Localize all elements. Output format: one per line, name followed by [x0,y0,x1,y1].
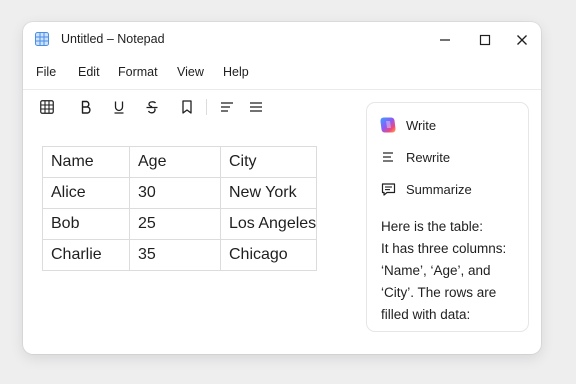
table-cell[interactable]: 35 [129,239,221,271]
response-line: filled with data: [381,307,471,322]
align-left-icon[interactable] [216,96,238,118]
menu-view[interactable]: View [177,65,204,79]
menu-help[interactable]: Help [223,65,249,79]
summarize-icon [379,180,397,198]
toolbar-divider [23,89,541,90]
summarize-button[interactable]: Summarize [379,179,472,199]
write-button[interactable]: Write [379,115,436,135]
minimize-icon[interactable] [435,30,455,50]
table-cell[interactable]: Bob [42,208,130,240]
response-line: It has three columns: [381,241,507,256]
copilot-icon [379,116,397,134]
notepad-window: Untitled – Notepad File Edit Format View… [23,22,541,354]
strikethrough-icon[interactable] [141,96,163,118]
title-bar[interactable]: Untitled – Notepad [23,22,541,58]
table-cell[interactable]: Los Angeles [219,208,318,240]
table-cell[interactable]: Alice [42,177,130,209]
menu-bar: File Edit Format View Help [23,62,541,84]
table-cell[interactable]: Age [129,146,221,178]
table-cell[interactable]: City [219,146,318,178]
rewrite-label: Rewrite [406,149,451,165]
write-label: Write [406,117,437,133]
bold-icon[interactable] [75,96,97,118]
table-cell[interactable]: Charlie [42,239,130,271]
rewrite-lines-icon [379,148,397,166]
ai-response-text: Here is the table: It has three columns:… [381,216,521,326]
bookmark-icon[interactable] [176,96,198,118]
response-line: ‘Name’, ‘Age’, and [381,263,491,278]
underline-icon[interactable] [108,96,130,118]
table-icon[interactable] [36,96,58,118]
rewrite-button[interactable]: Rewrite [379,147,450,167]
table-cell[interactable]: Name [42,146,130,178]
menu-file[interactable]: File [36,65,56,79]
response-line: Here is the table: [381,219,484,234]
ai-assistant-panel: Write Rewrite Summarize Here is the tabl… [366,102,529,332]
table-cell[interactable]: 30 [129,177,221,209]
menu-edit[interactable]: Edit [78,65,100,79]
maximize-icon[interactable] [475,30,495,50]
table-row: Charlie 35 Chicago [42,239,318,271]
table-grid-icon [35,32,49,46]
window-title: Untitled – Notepad [61,32,165,46]
table-row: Bob 25 Los Angeles [42,208,318,240]
data-table[interactable]: Name Age City Alice 30 New York Bob 25 L… [42,146,318,271]
close-icon[interactable] [512,30,532,50]
menu-format[interactable]: Format [118,65,158,79]
table-cell[interactable]: Chicago [219,239,318,271]
summarize-label: Summarize [406,181,472,197]
toolbar-separator [206,99,207,115]
list-icon[interactable] [245,96,267,118]
table-cell[interactable]: New York [219,177,318,209]
table-cell[interactable]: 25 [129,208,221,240]
table-row: Alice 30 New York [42,177,318,209]
table-row: Name Age City [42,146,318,178]
response-line: ‘City’. The rows are [381,285,497,300]
